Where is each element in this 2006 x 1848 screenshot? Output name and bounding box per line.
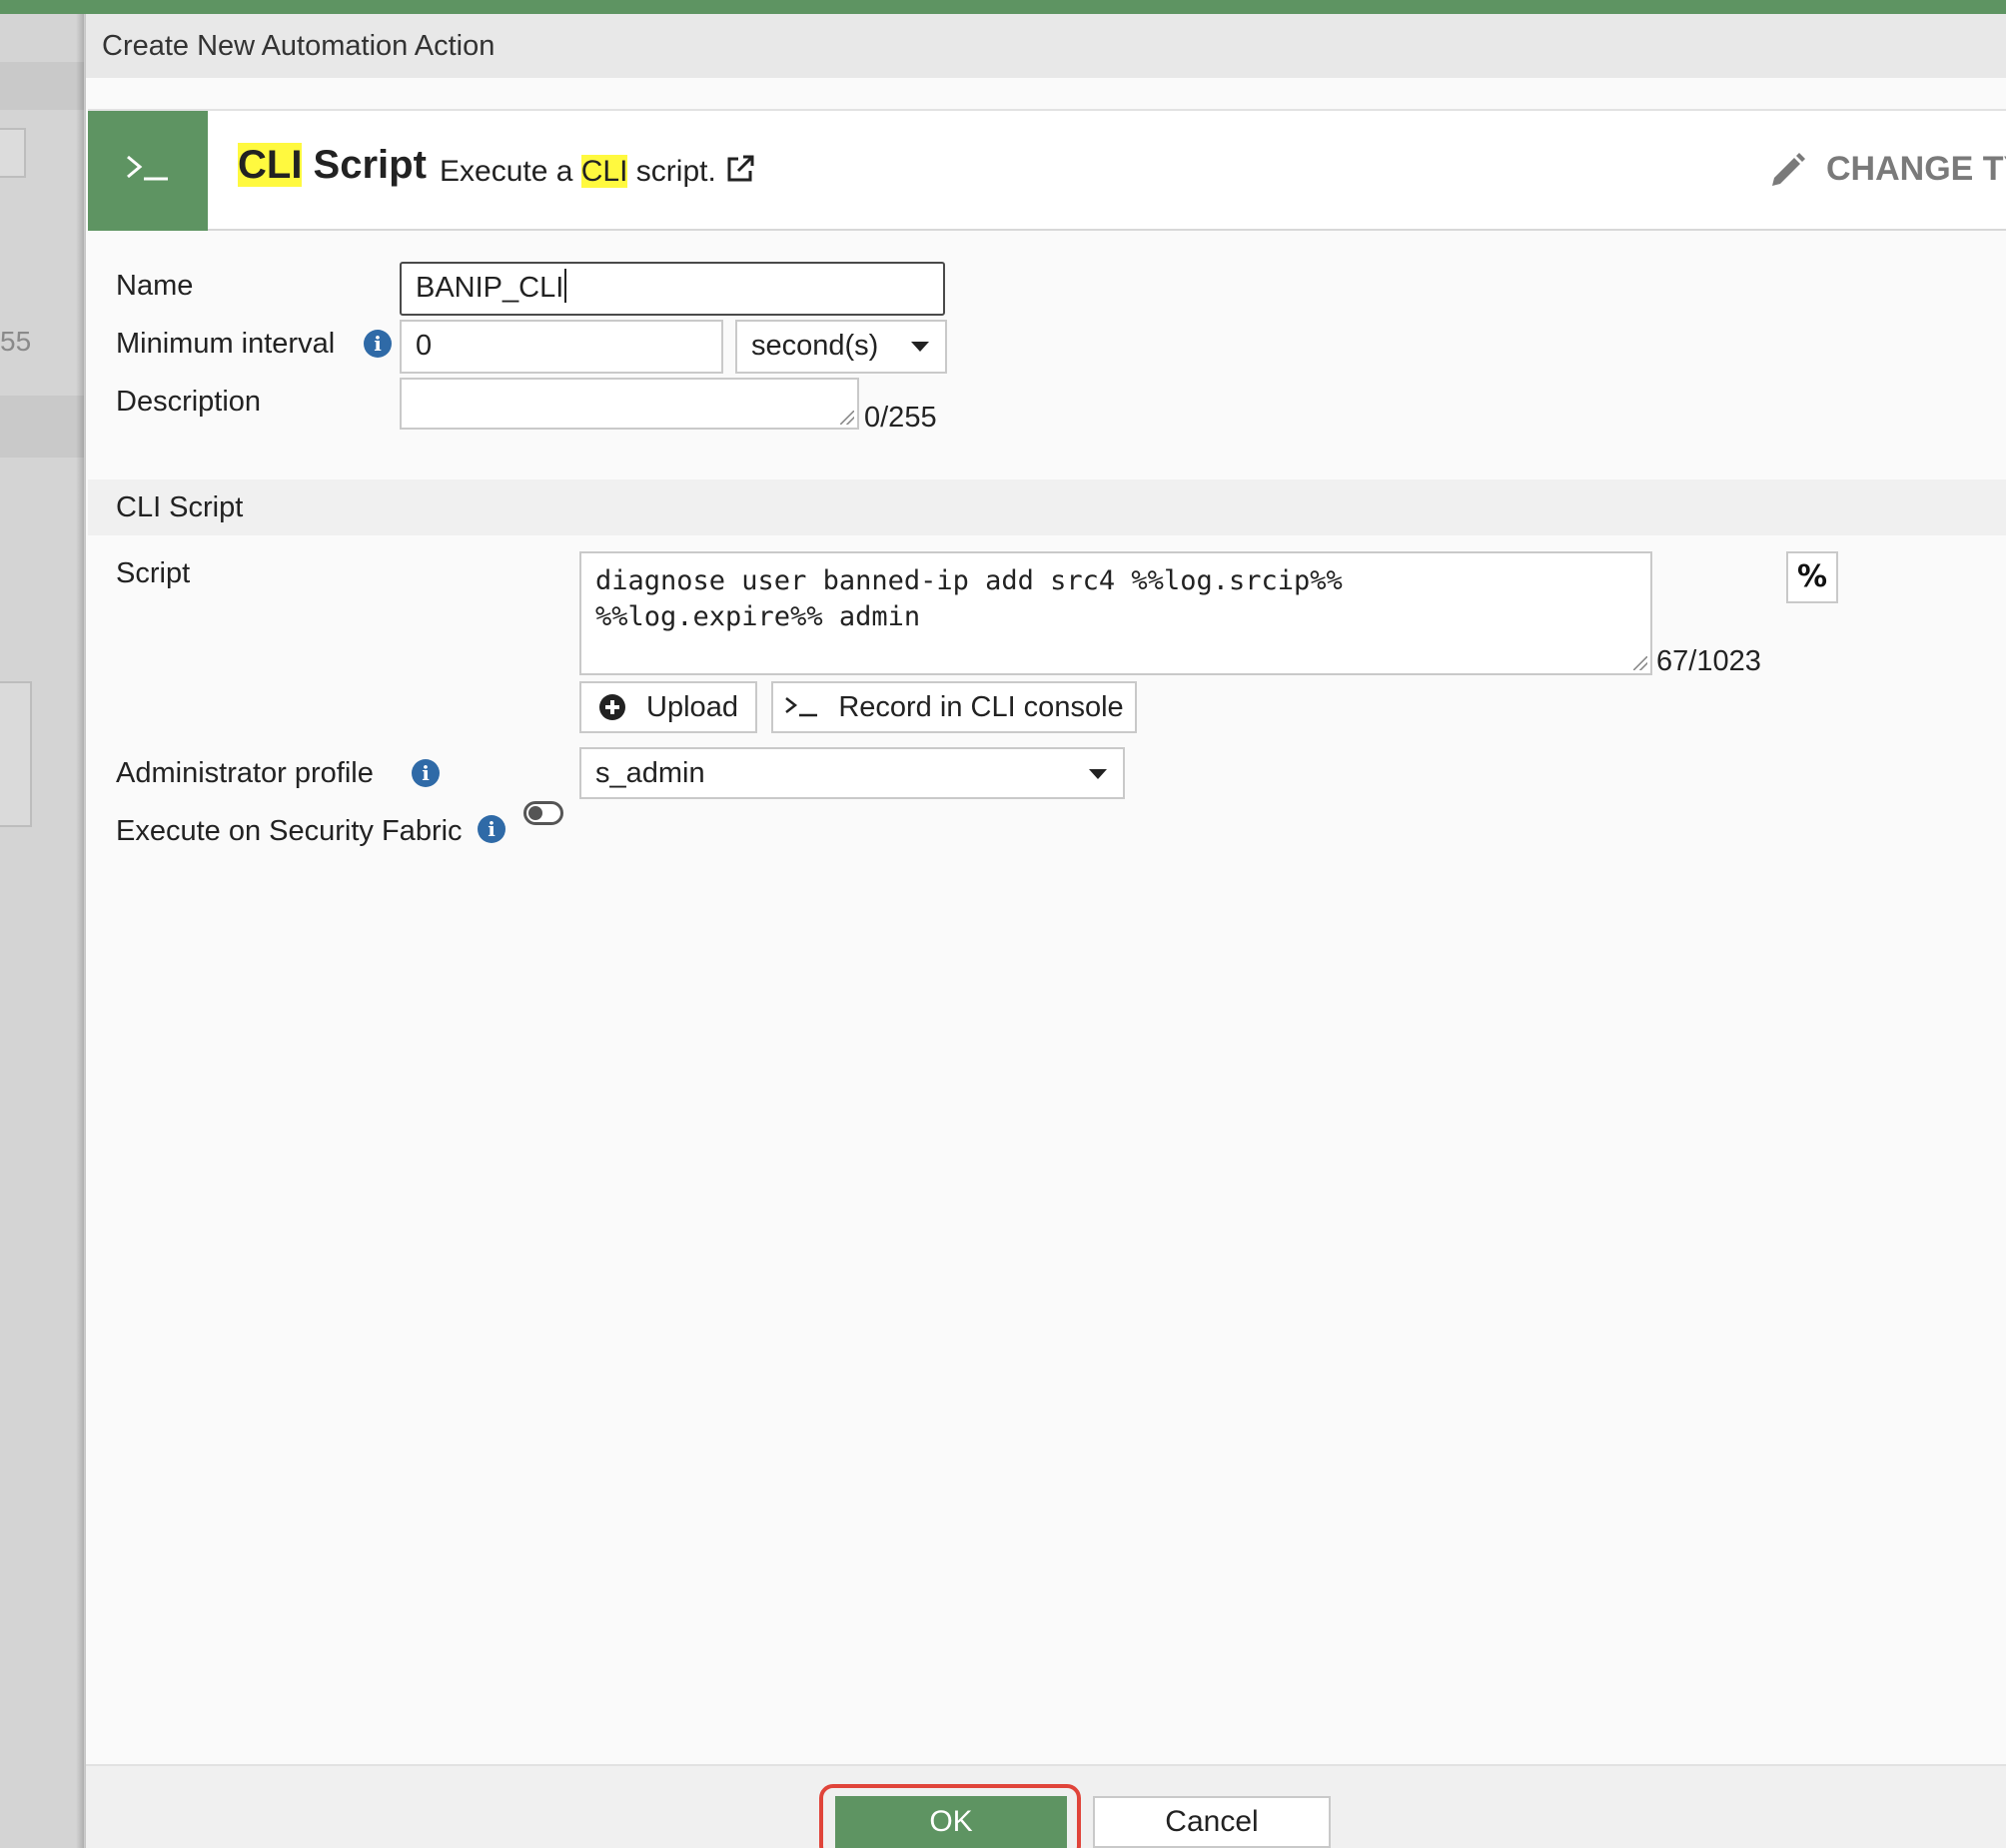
toggle-knob	[528, 806, 542, 820]
info-icon[interactable]: i	[478, 815, 505, 843]
action-type-desc-highlight: CLI	[580, 155, 628, 188]
description-label: Description	[116, 386, 262, 418]
resize-handle-icon[interactable]	[840, 411, 854, 425]
change-type-label: CHANGE TY	[1826, 149, 2006, 188]
record-label: Record in CLI console	[838, 690, 1124, 723]
terminal-icon	[785, 697, 818, 717]
dialog-title: Create New Automation Action	[86, 14, 2006, 78]
chevron-down-icon	[911, 342, 929, 352]
external-link-icon[interactable]	[724, 153, 756, 185]
interval-unit-value: second(s)	[751, 330, 879, 362]
description-char-counter: 0/255	[864, 402, 937, 434]
name-input-value: BANIP_CLI	[416, 272, 564, 304]
action-type-description: Execute a CLI script.	[440, 153, 756, 189]
panel-shadow	[76, 14, 86, 1848]
execute-on-security-fabric-label: Execute on Security Fabric	[116, 815, 463, 847]
administrator-profile-label: Administrator profile	[116, 757, 374, 789]
change-type-button[interactable]: CHANGE TY	[1768, 141, 2006, 197]
terminal-icon	[127, 155, 168, 181]
minimum-interval-label: Minimum interval	[116, 328, 336, 360]
name-input[interactable]: BANIP_CLI	[400, 262, 945, 316]
administrator-profile-value: s_admin	[595, 757, 705, 789]
script-textarea[interactable]: diagnose user banned-ip add src4 %%log.s…	[579, 551, 1652, 675]
pencil-icon	[1772, 153, 1805, 186]
automation-action-dialog: Create New Automation Action CLI Script …	[86, 14, 2006, 1848]
background-page: 55	[0, 14, 84, 1848]
upload-button[interactable]: Upload	[579, 681, 757, 733]
action-type-desc-prefix: Execute a	[440, 155, 581, 188]
insert-variable-button[interactable]: %	[1786, 551, 1838, 603]
execute-on-security-fabric-toggle[interactable]	[523, 801, 563, 825]
action-type-title: CLI Script	[238, 143, 427, 188]
script-label: Script	[116, 557, 191, 589]
action-type-title-highlight: CLI	[238, 143, 303, 187]
upload-label: Upload	[646, 690, 738, 723]
plus-circle-icon	[599, 694, 626, 720]
script-value: diagnose user banned-ip add src4 %%log.s…	[595, 565, 1343, 632]
cli-script-section-header: CLI Script	[88, 479, 2006, 535]
text-caret	[564, 269, 567, 303]
info-icon[interactable]: i	[364, 330, 392, 358]
background-band	[0, 62, 84, 110]
administrator-profile-select[interactable]: s_admin	[579, 747, 1125, 799]
action-type-icon-box	[88, 111, 208, 231]
script-char-counter: 67/1023	[1656, 645, 1761, 677]
background-band	[0, 396, 84, 458]
ok-button[interactable]: OK	[835, 1796, 1067, 1848]
background-text: 55	[0, 326, 32, 357]
info-icon[interactable]: i	[412, 759, 440, 787]
background-panel	[0, 681, 32, 827]
minimum-interval-input[interactable]: 0	[400, 320, 723, 374]
action-type-header: CLI Script Execute a CLI script. CHANGE …	[88, 109, 2006, 231]
top-accent-bar	[0, 0, 2006, 14]
chevron-down-icon	[1089, 769, 1107, 779]
action-type-title-rest: Script	[302, 143, 427, 187]
background-input	[0, 128, 26, 178]
record-in-cli-console-button[interactable]: Record in CLI console	[771, 681, 1137, 733]
cancel-button[interactable]: Cancel	[1093, 1796, 1331, 1848]
description-textarea[interactable]	[400, 378, 859, 430]
name-label: Name	[116, 270, 194, 302]
resize-handle-icon[interactable]	[1633, 656, 1647, 670]
action-type-desc-suffix: script.	[627, 155, 716, 188]
interval-unit-select[interactable]: second(s)	[735, 320, 947, 374]
